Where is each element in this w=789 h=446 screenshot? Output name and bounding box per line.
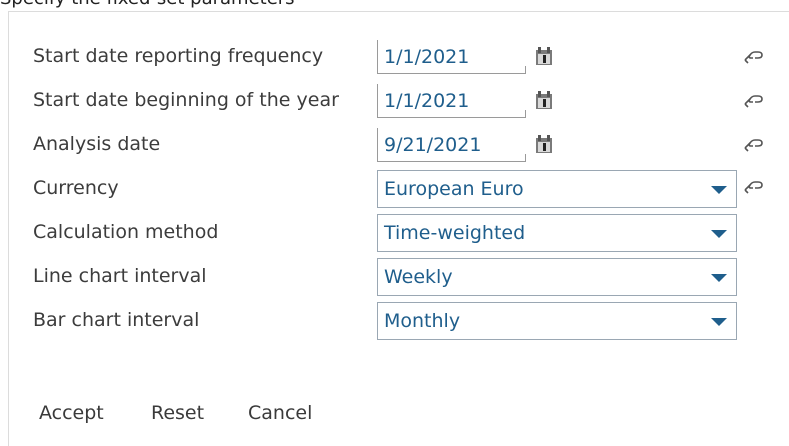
row-calculation-method: Calculation method Time-weighted <box>9 212 789 252</box>
row-analysis-date: Analysis date 9/21/2021 <box>9 126 789 162</box>
select-value: Weekly <box>384 266 453 288</box>
start-date-reporting-frequency-input[interactable]: 1/1/2021 <box>377 40 526 74</box>
line-chart-interval-select[interactable]: Weekly <box>377 258 737 296</box>
row-start-date-reporting-frequency: Start date reporting frequency 1/1/2021 <box>9 38 789 74</box>
select-value: Monthly <box>384 310 461 332</box>
parameter-link-icon[interactable] <box>742 46 764 64</box>
field-label: Analysis date <box>33 133 161 155</box>
field-label: Start date reporting frequency <box>33 45 324 67</box>
currency-select[interactable]: European Euro <box>377 170 737 208</box>
field-label: Start date beginning of the year <box>33 89 339 111</box>
chevron-down-icon <box>711 230 727 238</box>
dialog-heading: Specify the fixed-set parameters <box>0 0 295 9</box>
row-start-date-beginning-of-year: Start date beginning of the year 1/1/202… <box>9 82 789 118</box>
date-value: 1/1/2021 <box>384 90 470 112</box>
bar-chart-interval-select[interactable]: Monthly <box>377 302 737 340</box>
calendar-icon[interactable] <box>535 134 553 154</box>
chevron-down-icon <box>711 318 727 326</box>
date-value: 9/21/2021 <box>384 134 482 156</box>
accept-button[interactable]: Accept <box>39 398 104 428</box>
parameters-page: Specify the fixed-set parameters Start d… <box>0 0 789 446</box>
date-value: 1/1/2021 <box>384 46 470 68</box>
row-bar-chart-interval: Bar chart interval Monthly <box>9 300 789 340</box>
field-label: Bar chart interval <box>33 309 200 331</box>
select-value: European Euro <box>384 178 524 200</box>
row-line-chart-interval: Line chart interval Weekly <box>9 256 789 296</box>
start-date-beginning-of-year-input[interactable]: 1/1/2021 <box>377 84 526 118</box>
parameter-link-icon[interactable] <box>742 176 764 194</box>
parameters-panel: Start date reporting frequency 1/1/2021 … <box>8 11 789 446</box>
field-label: Calculation method <box>33 221 219 243</box>
cancel-button[interactable]: Cancel <box>248 398 312 428</box>
reset-button[interactable]: Reset <box>151 398 204 428</box>
calendar-icon[interactable] <box>535 90 553 110</box>
select-value: Time-weighted <box>384 222 526 244</box>
field-label: Line chart interval <box>33 265 207 287</box>
parameter-link-icon[interactable] <box>742 90 764 108</box>
calendar-icon[interactable] <box>535 46 553 66</box>
field-label: Currency <box>33 177 119 199</box>
chevron-down-icon <box>711 186 727 194</box>
parameter-link-icon[interactable] <box>742 134 764 152</box>
analysis-date-input[interactable]: 9/21/2021 <box>377 128 526 162</box>
chevron-down-icon <box>711 274 727 282</box>
calculation-method-select[interactable]: Time-weighted <box>377 214 737 252</box>
row-currency: Currency European Euro <box>9 168 789 208</box>
